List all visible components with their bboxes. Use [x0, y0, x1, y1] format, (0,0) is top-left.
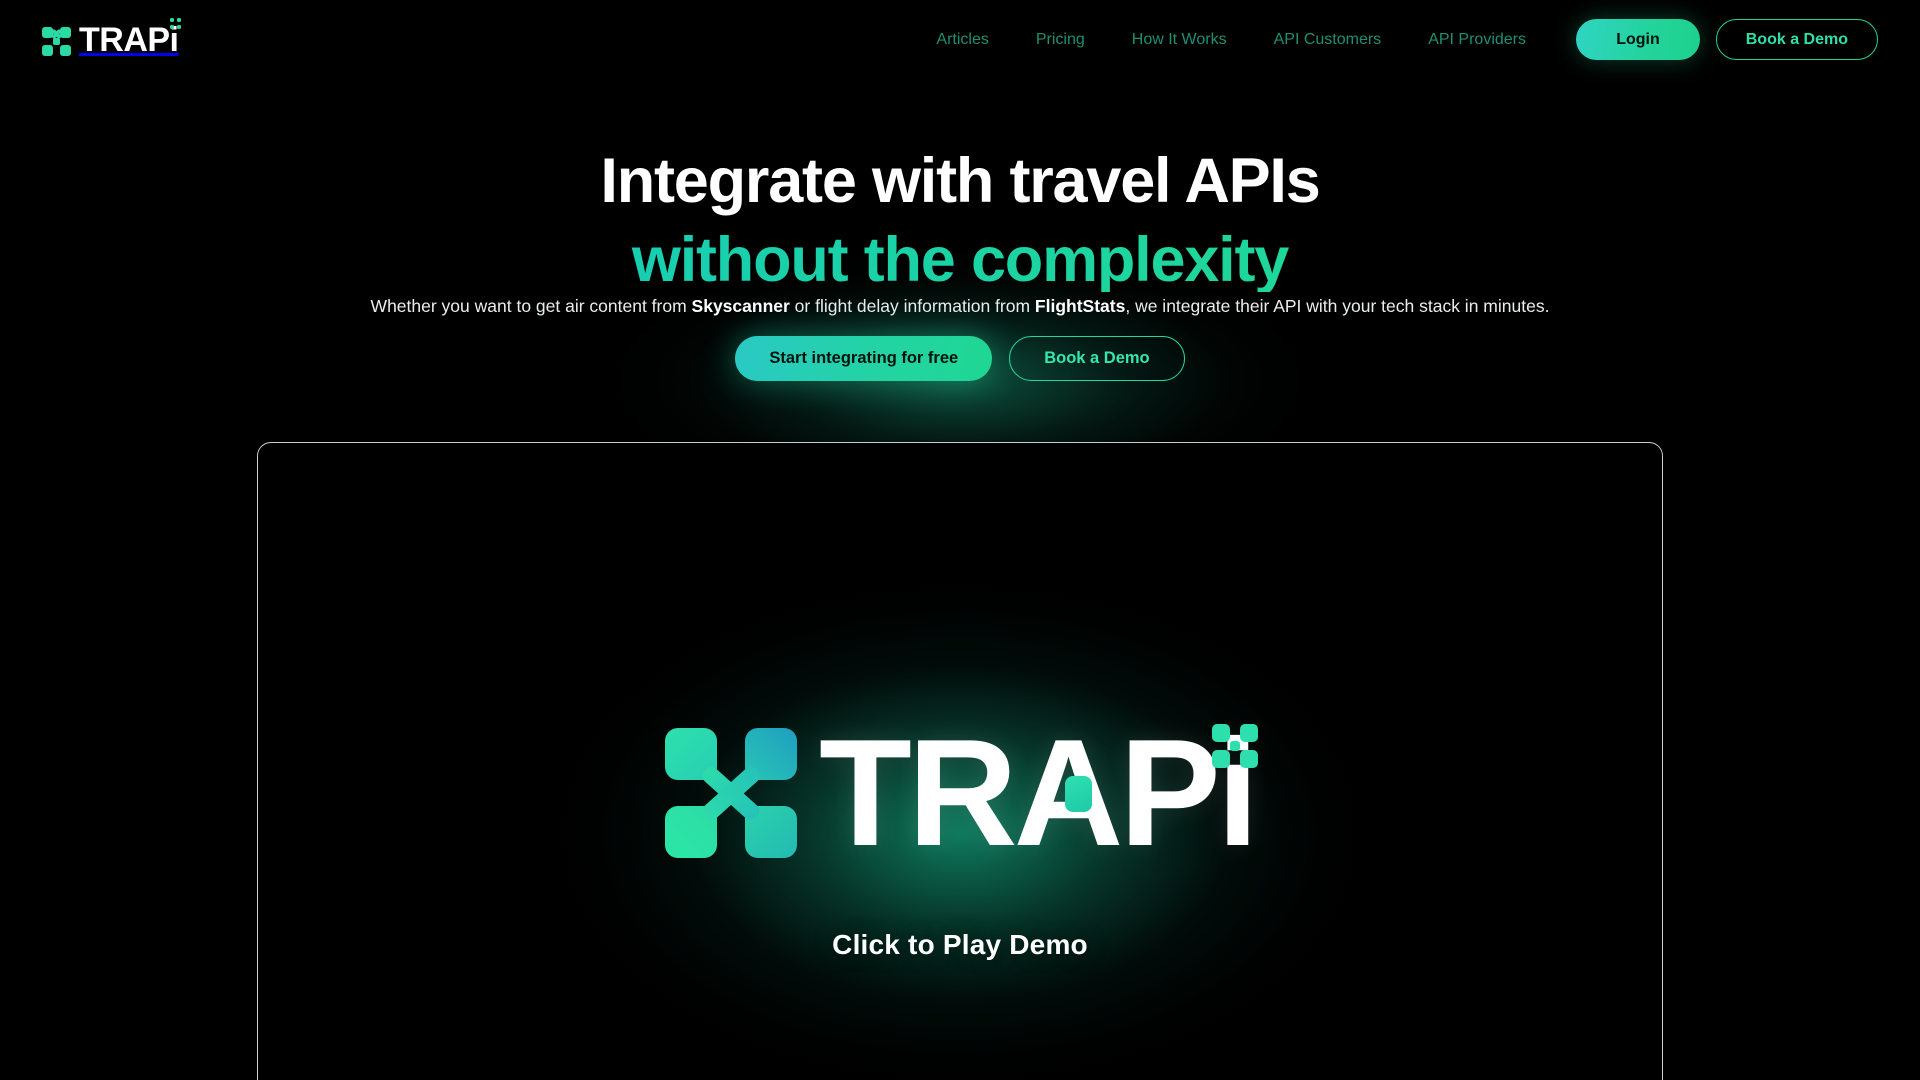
header-book-demo-button[interactable]: Book a Demo	[1715, 19, 1878, 60]
brand-logo[interactable]: TRAPi	[42, 18, 181, 59]
primary-nav: Articles Pricing How It Works API Custom…	[936, 0, 1526, 80]
header-actions: Login Book a Demo	[1576, 19, 1878, 60]
nav-item-how-it-works[interactable]: How It Works	[1132, 31, 1227, 49]
brand-wordmark: TRAPi	[79, 18, 181, 59]
headline-line-1: Integrate with travel APIs	[600, 146, 1320, 216]
demo-brand-logo: TRAPi	[665, 707, 1259, 878]
page-title: Integrate with travel APIs without the c…	[0, 150, 1920, 292]
nav-item-api-providers[interactable]: API Providers	[1428, 31, 1526, 49]
subtitle-text-1: Whether you want to get air content from	[370, 296, 692, 316]
subtitle-text-2: or flight delay information from	[789, 296, 1035, 316]
trapi-x-logo-icon	[42, 27, 71, 56]
demo-wordmark-text: TRAPi	[819, 707, 1259, 878]
landing-page: TRAPi Articles Pricing How It Works API …	[0, 0, 1920, 1080]
subtitle-brand-skyscanner: Skyscanner	[691, 296, 790, 316]
nav-item-pricing[interactable]: Pricing	[1036, 31, 1085, 49]
trapi-x-logo-icon-large	[665, 727, 797, 858]
login-button[interactable]: Login	[1576, 19, 1700, 60]
demo-content: TRAPi Click to Play Demo	[258, 443, 1662, 1080]
wordmark-dot-x-icon	[169, 18, 181, 29]
hero-subtitle: Whether you want to get air content from…	[0, 294, 1920, 319]
subtitle-brand-flightstats: FlightStats	[1034, 296, 1126, 316]
wordmark-dot-x-icon-large	[1212, 723, 1258, 768]
hero-book-demo-button[interactable]: Book a Demo	[1009, 336, 1185, 381]
demo-wordmark: TRAPi	[819, 707, 1259, 878]
headline-line-2: without the complexity	[0, 229, 1920, 292]
demo-video-player[interactable]: TRAPi Click to Play Demo	[257, 442, 1663, 1080]
nav-item-api-customers[interactable]: API Customers	[1274, 31, 1382, 49]
site-header: TRAPi Articles Pricing How It Works API …	[0, 0, 1920, 80]
brand-wordmark-text: TRAPi	[79, 21, 179, 59]
start-integrating-button[interactable]: Start integrating for free	[735, 336, 993, 381]
nav-item-articles[interactable]: Articles	[936, 31, 988, 49]
subtitle-text-3: , we integrate their API with your tech …	[1125, 296, 1550, 316]
click-to-play-label[interactable]: Click to Play Demo	[832, 929, 1088, 961]
hero-cta-row: Start integrating for free Book a Demo	[0, 336, 1920, 381]
wordmark-a-accent	[1065, 775, 1093, 812]
